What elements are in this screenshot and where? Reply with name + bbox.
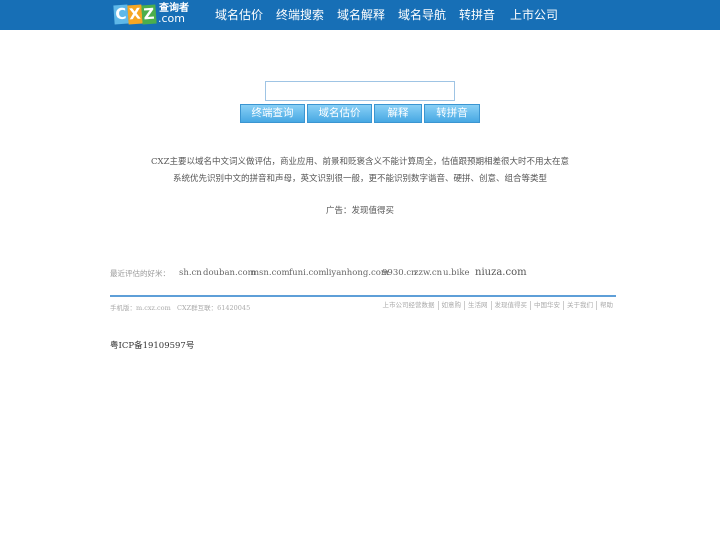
search-input[interactable] <box>265 81 455 101</box>
top-navigation-bar: C X Z 查询者 .com 域名估价 终端搜索 域名解释 域名导航 转拼音 上… <box>0 0 720 30</box>
recent-domain-link[interactable]: sh.cn <box>179 268 202 278</box>
recent-domain-link[interactable]: 9930.cn <box>382 268 417 278</box>
description-line-2: 系统优先识别中文的拼音和声母，英文识别很一般，更不能识别数字谐音、硬拼、创意、组… <box>172 174 547 184</box>
explain-button[interactable]: 解释 <box>374 104 422 123</box>
nav-terminal-search[interactable]: 终端搜索 <box>276 7 324 23</box>
footer-link-ruyigou[interactable]: 如意购 <box>437 301 465 310</box>
footer-link-about[interactable]: 关于我们 <box>563 301 596 310</box>
recent-domain-link[interactable]: douban.com <box>203 268 256 278</box>
icp-license[interactable]: 粤ICP备19109597号 <box>110 339 194 351</box>
footer-link-huaan[interactable]: 中国华安 <box>530 301 563 310</box>
nav-listed-companies[interactable]: 上市公司 <box>510 7 558 23</box>
recent-domain-link[interactable]: liyanhong.com <box>326 268 389 278</box>
terminal-query-button[interactable]: 终端查询 <box>240 104 305 123</box>
footer-divider <box>110 295 616 297</box>
logo-tile-c: C <box>113 4 129 25</box>
logo-tile-z: Z <box>141 4 157 25</box>
recent-domain-link[interactable]: funi.com <box>289 268 326 278</box>
recent-domain-link[interactable]: zzw.cn <box>414 268 442 278</box>
site-logo[interactable]: C X Z 查询者 .com <box>113 3 189 26</box>
footer-links: 上市公司经营数据 如意购 生活网 发现值得买 中国华安 关于我们 帮助 <box>380 301 617 310</box>
nav-domain-directory[interactable]: 域名导航 <box>398 7 446 23</box>
recent-domain-link[interactable]: msn.com <box>251 268 290 278</box>
logo-tile-x: X <box>127 4 143 25</box>
nav-to-pinyin[interactable]: 转拼音 <box>459 7 495 23</box>
footer-link-help[interactable]: 帮助 <box>596 301 616 310</box>
footer-link-smzdm[interactable]: 发现值得买 <box>490 301 531 310</box>
recent-domain-link[interactable]: u.bike <box>443 268 470 278</box>
ad-prefix: 广告： <box>325 206 352 216</box>
description-line-1: CXZ主要以域名中文词义做评估，商业应用、前景和贬褒含义不能计算周全，估值跟预期… <box>151 157 569 167</box>
ad-line: 广告：发现值得买 <box>200 205 520 217</box>
mobile-version-text: 手机版：m.cxz.com <box>110 304 171 312</box>
recent-domain-link[interactable]: niuza.com <box>475 267 527 278</box>
domain-valuation-button[interactable]: 域名估价 <box>307 104 372 123</box>
recent-label: 最近评估的好米： <box>110 269 170 278</box>
ad-link[interactable]: 发现值得买 <box>352 206 395 216</box>
to-pinyin-button[interactable]: 转拼音 <box>424 104 480 123</box>
qq-group-text: CXZ群互联：61420045 <box>177 304 251 312</box>
nav-domain-valuation[interactable]: 域名估价 <box>215 7 263 23</box>
footer-link-listed-data[interactable]: 上市公司经营数据 <box>380 301 438 310</box>
nav-domain-explain[interactable]: 域名解释 <box>337 7 385 23</box>
footer-link-life[interactable]: 生活网 <box>464 301 491 310</box>
logo-domain-text: .com <box>158 12 185 25</box>
